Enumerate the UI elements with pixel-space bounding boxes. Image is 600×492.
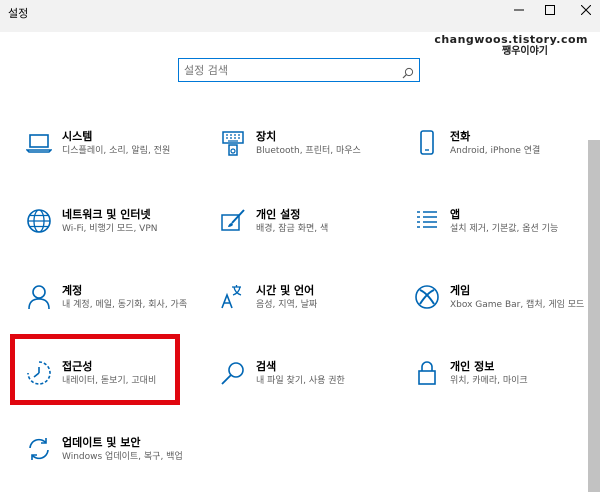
- globe-icon: [22, 204, 56, 238]
- tile-devices[interactable]: 장치 Bluetooth, 프린터, 마우스: [216, 126, 406, 186]
- person-icon: [22, 280, 56, 314]
- language-icon: [216, 280, 250, 314]
- title-bar: 설정: [0, 0, 600, 32]
- tile-description: 배경, 잠금 화면, 색: [256, 224, 329, 234]
- tile-title: 개인 설정: [256, 208, 301, 221]
- tile-apps[interactable]: 앱 설치 제거, 기본값, 옵션 기능: [410, 204, 600, 264]
- xbox-icon: [410, 280, 444, 314]
- minimize-icon: [514, 9, 524, 11]
- tile-description: 내 계정, 메일, 동기화, 회사, 가족: [62, 300, 188, 310]
- settings-search-box[interactable]: [178, 58, 420, 82]
- tile-title: 개인 정보: [450, 360, 495, 373]
- search-icon[interactable]: [402, 64, 414, 83]
- tile-title: 업데이트 및 보안: [62, 436, 141, 449]
- tile-description: 디스플레이, 소리, 알림, 전원: [62, 146, 171, 156]
- tile-time-language[interactable]: 시간 및 언어 음성, 지역, 날짜: [216, 280, 406, 340]
- tile-title: 네트워크 및 인터넷: [62, 208, 151, 221]
- tile-phone[interactable]: 전화 Android, iPhone 연결: [410, 126, 600, 186]
- tile-description: 설치 제거, 기본값, 옵션 기능: [450, 224, 559, 234]
- tile-title: 시간 및 언어: [256, 284, 315, 297]
- tile-personalization[interactable]: 개인 설정 배경, 잠금 화면, 색: [216, 204, 406, 264]
- maximize-icon: [545, 5, 555, 15]
- apps-list-icon: [410, 204, 444, 238]
- tile-title: 검색: [256, 360, 277, 373]
- settings-search-input[interactable]: [184, 62, 394, 78]
- tile-update-security[interactable]: 업데이트 및 보안 Windows 업데이트, 복구, 백업: [22, 432, 212, 492]
- keyboard-icon: [216, 126, 250, 160]
- tile-system[interactable]: 시스템 디스플레이, 소리, 알림, 전원: [22, 126, 212, 186]
- lock-icon: [410, 356, 444, 390]
- tile-title: 전화: [450, 130, 471, 143]
- tile-privacy[interactable]: 개인 정보 위치, 카메라, 마이크: [410, 356, 600, 416]
- close-button[interactable]: [563, 0, 600, 20]
- magnifier-icon: [216, 356, 250, 390]
- tile-description: 내 파일 찾기, 사용 권한: [256, 376, 345, 386]
- tile-description: 위치, 카메라, 마이크: [450, 376, 528, 386]
- tile-title: 장치: [256, 130, 277, 143]
- tile-title: 게임: [450, 284, 471, 297]
- laptop-icon: [22, 126, 56, 160]
- tile-description: Wi-Fi, 비행기 모드, VPN: [62, 224, 158, 234]
- tile-description: Android, iPhone 연결: [450, 146, 541, 156]
- window-title: 설정: [8, 7, 29, 20]
- tile-accounts[interactable]: 계정 내 계정, 메일, 동기화, 회사, 가족: [22, 280, 212, 340]
- tile-search[interactable]: 검색 내 파일 찾기, 사용 권한: [216, 356, 406, 416]
- tile-description: Windows 업데이트, 복구, 백업: [62, 452, 183, 462]
- tile-description: Xbox Game Bar, 캡처, 게임 모드: [450, 300, 585, 310]
- watermark-url: changwoos.tistory.com: [434, 33, 588, 46]
- watermark-blog-name: 쨍우이야기: [502, 46, 548, 57]
- tile-network[interactable]: 네트워크 및 인터넷 Wi-Fi, 비행기 모드, VPN: [22, 204, 212, 264]
- tile-description: 음성, 지역, 날짜: [256, 300, 318, 310]
- brush-icon: [216, 204, 250, 238]
- tile-description: Bluetooth, 프린터, 마우스: [256, 146, 361, 156]
- tile-title: 앱: [450, 208, 461, 221]
- tile-title: 시스템: [62, 130, 93, 143]
- highlight-box: [10, 334, 180, 405]
- close-icon: [581, 5, 591, 15]
- watermark: changwoos.tistory.com 쨍우이야기: [434, 34, 588, 58]
- phone-icon: [410, 126, 444, 160]
- tile-title: 계정: [62, 284, 83, 297]
- tile-gaming[interactable]: 게임 Xbox Game Bar, 캡처, 게임 모드: [410, 280, 600, 340]
- sync-icon: [22, 432, 56, 466]
